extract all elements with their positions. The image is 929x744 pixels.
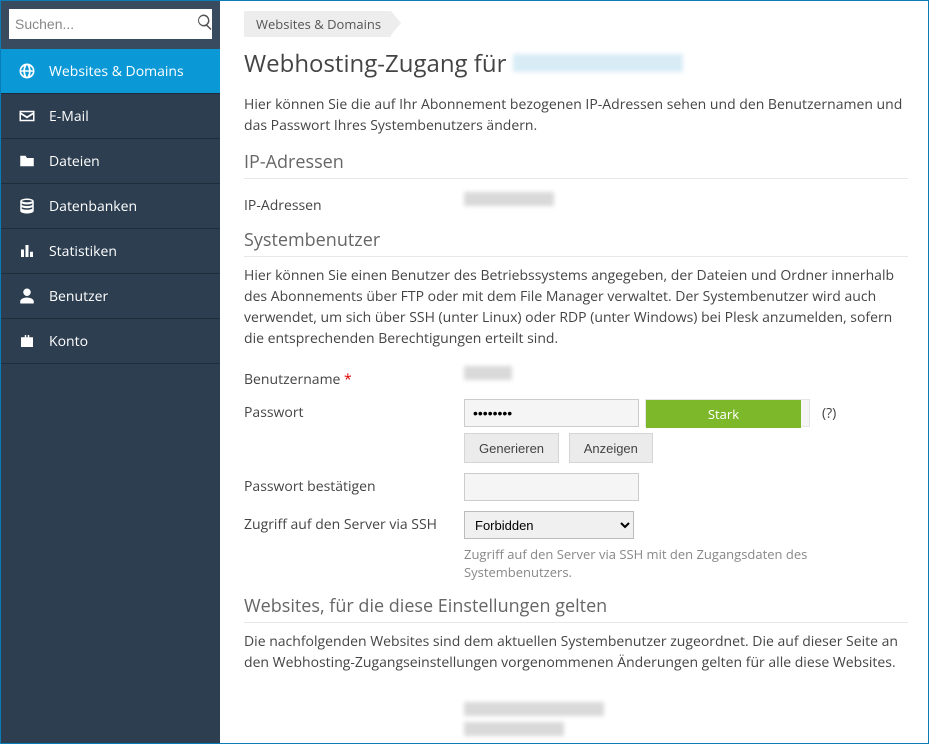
site-redacted	[464, 702, 604, 716]
row-ssh-access: Zugriff auf den Server via SSH Forbidden…	[244, 506, 908, 586]
row-username: Benutzername *	[244, 361, 908, 394]
section-heading-ip: IP-Adressen	[244, 150, 908, 179]
nav-item-email[interactable]: E-Mail	[1, 94, 220, 139]
nav-item-label: Websites & Domains	[49, 62, 184, 81]
row-sites-list	[244, 685, 908, 743]
label-password-confirm: Passwort bestätigen	[244, 473, 464, 496]
username-redacted	[464, 366, 512, 380]
nav-item-account[interactable]: Konto	[1, 319, 220, 364]
password-confirm-input[interactable]	[464, 473, 639, 501]
search-box[interactable]	[9, 9, 212, 39]
page-title-prefix: Webhosting-Zugang für	[244, 47, 513, 80]
label-ssh-access: Zugriff auf den Server via SSH	[244, 511, 464, 534]
nav-item-label: Datenbanken	[49, 197, 137, 216]
label-username-text: Benutzername	[244, 370, 340, 389]
value-ip-addresses	[464, 192, 908, 211]
required-marker: *	[344, 370, 352, 389]
value-username	[464, 366, 908, 385]
section-desc-sysuser: Hier können Sie einen Benutzer des Betri…	[244, 265, 908, 349]
nav-item-label: Statistiken	[49, 242, 117, 261]
section-heading-sysuser: Systembenutzer	[244, 228, 908, 257]
page-title-domain-redacted	[513, 54, 683, 72]
label-password: Passwort	[244, 399, 464, 422]
site-redacted	[464, 722, 564, 736]
nav-item-users[interactable]: Benutzer	[1, 274, 220, 319]
row-password: Passwort Stark (?) Generieren Anzeigen	[244, 394, 908, 468]
main-content: Websites & Domains Webhosting-Zugang für…	[220, 1, 928, 743]
ssh-access-hint: Zugriff auf den Server via SSH mit den Z…	[464, 545, 908, 581]
folder-icon	[17, 151, 37, 171]
password-strength-label: Stark	[646, 400, 801, 428]
sites-list	[464, 690, 908, 743]
nav: Websites & Domains E-Mail Dateien Datenb…	[1, 49, 220, 364]
sidebar: Websites & Domains E-Mail Dateien Datenb…	[1, 1, 220, 743]
nav-item-statistics[interactable]: Statistiken	[1, 229, 220, 274]
database-icon	[17, 196, 37, 216]
nav-item-files[interactable]: Dateien	[1, 139, 220, 184]
password-strength-meter: Stark	[645, 399, 810, 427]
row-password-confirm: Passwort bestätigen	[244, 468, 908, 506]
globe-icon	[17, 61, 37, 81]
search-icon[interactable]	[196, 13, 214, 36]
ip-redacted	[464, 192, 554, 206]
nav-item-label: Dateien	[49, 152, 100, 171]
briefcase-icon	[17, 331, 37, 351]
search-wrap	[1, 1, 220, 49]
nav-item-label: E-Mail	[49, 107, 89, 126]
nav-item-databases[interactable]: Datenbanken	[1, 184, 220, 229]
password-input[interactable]	[464, 399, 639, 427]
label-username: Benutzername *	[244, 366, 464, 389]
generate-password-button[interactable]: Generieren	[464, 433, 559, 463]
breadcrumb-item[interactable]: Websites & Domains	[244, 11, 391, 37]
show-password-button[interactable]: Anzeigen	[569, 433, 653, 463]
mail-icon	[17, 106, 37, 126]
breadcrumb: Websites & Domains	[244, 11, 391, 37]
nav-item-websites-domains[interactable]: Websites & Domains	[1, 49, 220, 94]
label-ip-addresses: IP-Adressen	[244, 192, 464, 215]
user-icon	[17, 286, 37, 306]
ssh-access-select[interactable]: Forbidden	[464, 511, 634, 539]
section-desc-sites: Die nachfolgenden Websites sind dem aktu…	[244, 631, 908, 673]
password-help-icon[interactable]: (?)	[822, 404, 836, 423]
row-ip-addresses: IP-Adressen	[244, 187, 908, 220]
nav-item-label: Benutzer	[49, 287, 108, 306]
section-heading-sites: Websites, für die diese Einstellungen ge…	[244, 594, 908, 623]
search-input[interactable]	[15, 16, 196, 32]
stats-icon	[17, 241, 37, 261]
page-title: Webhosting-Zugang für	[244, 47, 908, 80]
nav-item-label: Konto	[49, 332, 88, 351]
page-intro: Hier können Sie die auf Ihr Abonnement b…	[244, 94, 908, 136]
